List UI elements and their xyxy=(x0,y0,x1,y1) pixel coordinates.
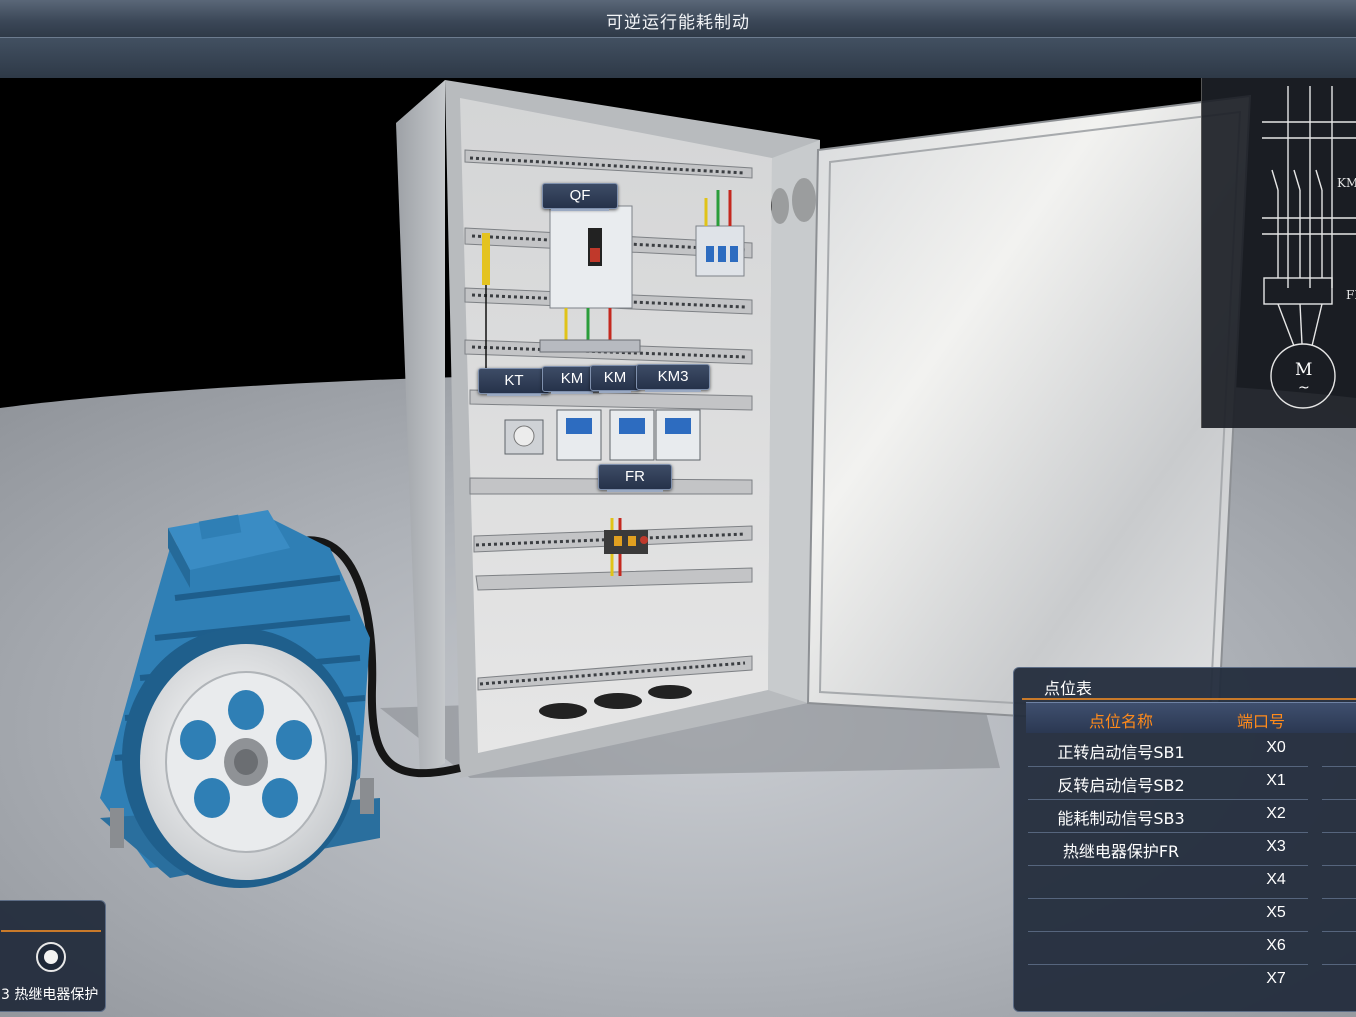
panel-divider xyxy=(1022,698,1356,700)
tag-km3[interactable]: KM3 xyxy=(636,364,710,392)
port-id: X7 xyxy=(1266,970,1286,987)
diagram-motor-letter: M xyxy=(1295,360,1313,380)
point-table-header: 点位名称 端口号 xyxy=(1026,702,1356,733)
port-id: X5 xyxy=(1266,904,1286,921)
table-row: X6 xyxy=(1026,932,1356,965)
tag-qf[interactable]: QF xyxy=(542,183,618,211)
table-row: X7 xyxy=(1026,965,1356,998)
diagram-label-km: KM xyxy=(1337,176,1356,190)
table-row: 能耗制动信号SB3 X2 xyxy=(1026,800,1356,833)
point-table-title: 点位表 xyxy=(1044,679,1093,698)
port-id: X1 xyxy=(1266,772,1286,789)
port-id: X6 xyxy=(1266,937,1286,954)
point-name: 正转启动信号SB1 xyxy=(1057,743,1185,762)
point-table-panel: 点位表 点位名称 端口号 正转启动信号SB1 X0 反转启动信号SB2 X1 能… xyxy=(1013,667,1356,1012)
table-row: 正转启动信号SB1 X0 xyxy=(1026,734,1356,767)
tag-fr[interactable]: FR xyxy=(598,464,672,492)
panel-divider xyxy=(1,930,101,932)
header-port: 端口号 xyxy=(1237,712,1286,731)
point-name: 热继电器保护FR xyxy=(1062,842,1180,861)
title-bar: 可逆运行能耗制动 xyxy=(0,0,1356,38)
wiring-diagram-lines xyxy=(1262,86,1356,409)
fr-protection-label: 3 热继电器保护 xyxy=(1,987,99,1003)
point-name: 能耗制动信号SB3 xyxy=(1057,809,1185,828)
port-id: X0 xyxy=(1266,739,1286,756)
diagram-label-fr: FI xyxy=(1346,288,1356,302)
wiring-diagram[interactable]: KM FI M ~ xyxy=(1201,78,1356,428)
signal-control-panel: 3 热继电器保护 xyxy=(0,900,106,1012)
port-id: X4 xyxy=(1266,871,1286,888)
table-row: X5 xyxy=(1026,899,1356,932)
table-row: 反转启动信号SB2 X1 xyxy=(1026,767,1356,800)
tag-km2[interactable]: KM xyxy=(590,365,640,393)
window-title: 可逆运行能耗制动 xyxy=(606,13,750,33)
tag-kt[interactable]: KT xyxy=(478,368,550,396)
point-name: 反转启动信号SB2 xyxy=(1057,776,1185,795)
port-id: X2 xyxy=(1266,805,1286,822)
diagram-motor-symbol: ~ xyxy=(1298,380,1310,396)
header-point-name: 点位名称 xyxy=(1089,712,1154,731)
table-row: X4 xyxy=(1026,866,1356,899)
table-row: 热继电器保护FR X3 xyxy=(1026,833,1356,866)
toolbar xyxy=(0,38,1356,79)
port-id: X3 xyxy=(1266,838,1286,855)
fr-protection-radio[interactable] xyxy=(36,942,66,972)
